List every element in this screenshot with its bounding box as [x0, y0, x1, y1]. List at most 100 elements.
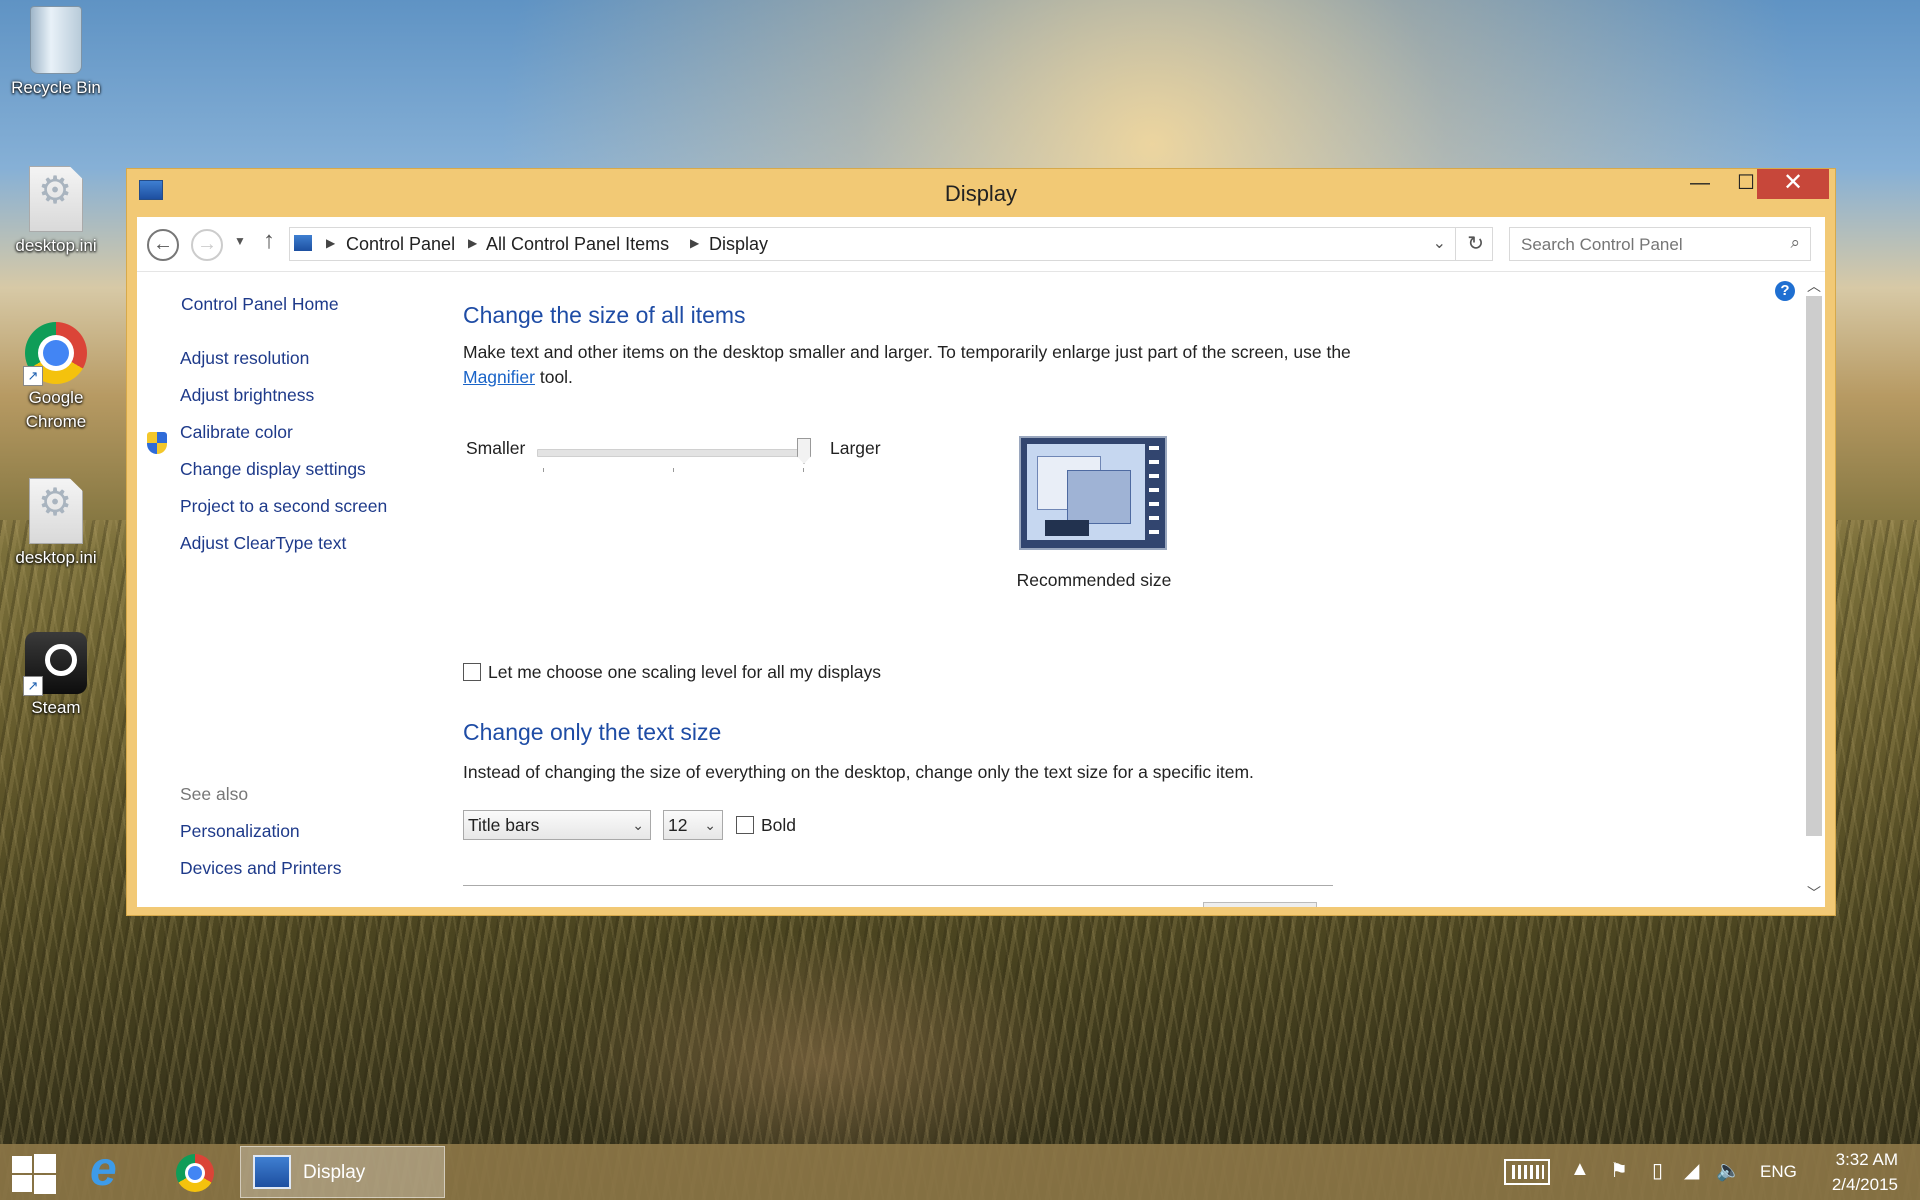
bold-checkbox[interactable]: [736, 816, 754, 834]
preview-sidebar: [1149, 446, 1159, 542]
wallpaper-path: [560, 930, 1080, 1150]
sidebar-home-link[interactable]: Control Panel Home: [181, 294, 339, 315]
desktop-icon-desktop-ini[interactable]: desktop.ini: [6, 166, 106, 258]
settings-file-icon: [29, 478, 83, 544]
vertical-scrollbar[interactable]: ︿ ﹀: [1803, 272, 1825, 907]
recommended-size-label: Recommended size: [1016, 570, 1172, 590]
scroll-down-icon[interactable]: ﹀: [1803, 883, 1825, 903]
content-pane: Control Panel Home Adjust resolution Adj…: [137, 271, 1825, 907]
recycle-bin-icon: [30, 6, 82, 74]
breadcrumb-all-items[interactable]: All Control Panel Items: [486, 234, 669, 255]
search-box[interactable]: ⌕: [1509, 227, 1811, 261]
desktop-icon-steam[interactable]: ↗ Steam: [6, 632, 106, 720]
heading-change-size: Change the size of all items: [463, 302, 746, 328]
shortcut-arrow-icon: ↗: [23, 366, 43, 386]
recent-locations-chevron-icon[interactable]: ▼: [234, 234, 246, 248]
search-icon[interactable]: ⌕: [1790, 233, 1800, 253]
desktop-icon-label: desktop.ini: [15, 236, 97, 255]
sidebar-item-devices-printers[interactable]: Devices and Printers: [180, 858, 341, 879]
see-also-label: See also: [180, 784, 249, 804]
taskbar: Display ▲ ⚑ ▯ ◢ 🔈 ENG 3:32 AM 2/4/2015: [0, 1142, 1920, 1200]
shield-icon: [147, 432, 167, 454]
scaling-level-label[interactable]: Let me choose one scaling level for all …: [488, 662, 881, 683]
font-size-value: 12: [668, 815, 688, 835]
help-icon[interactable]: ?: [1775, 281, 1795, 301]
desktop-icon-label: desktop.ini: [15, 548, 97, 567]
clock-time: 3:32 AM: [1835, 1150, 1898, 1169]
desktop-icon-label: Steam: [31, 698, 81, 717]
shortcut-arrow-icon: ↗: [23, 676, 43, 696]
display-window: Display — ☐ ✕ ← → ▼ ↑ ▶ Control Panel ▶ …: [126, 168, 1836, 916]
scaling-slider-thumb[interactable]: [797, 438, 811, 464]
touch-keyboard-icon[interactable]: [1504, 1159, 1550, 1185]
slider-tick: [803, 468, 804, 472]
slider-tick: [673, 468, 674, 472]
heading-change-text-size: Change only the text size: [463, 719, 722, 745]
change-text-description: Instead of changing the size of everythi…: [463, 762, 1254, 782]
title-bar[interactable]: Display — ☐ ✕: [127, 169, 1835, 217]
font-size-select[interactable]: 12 ⌄: [663, 810, 723, 840]
bold-label[interactable]: Bold: [761, 815, 796, 836]
show-hidden-icons-chevron-icon[interactable]: ▲: [1570, 1158, 1590, 1181]
window-title: Display: [944, 181, 1018, 206]
chrome-icon: ↗: [23, 322, 87, 386]
desktop-icon-recycle-bin[interactable]: Recycle Bin: [6, 6, 106, 100]
scrollbar-thumb[interactable]: [1806, 296, 1822, 836]
apply-button[interactable]: [1203, 902, 1317, 907]
display-app-icon: [253, 1155, 291, 1189]
settings-file-icon: [29, 166, 83, 232]
sidebar-item-change-display-settings[interactable]: Change display settings: [180, 459, 366, 480]
preview-taskbar: [1045, 520, 1089, 536]
section-divider: [463, 885, 1333, 886]
magnifier-link[interactable]: Magnifier: [463, 367, 535, 387]
forward-button[interactable]: →: [191, 229, 223, 261]
desktop-icon-label: Recycle Bin: [11, 78, 101, 97]
scaling-slider-track[interactable]: [537, 449, 811, 457]
description-text: Make text and other items on the desktop…: [463, 342, 1351, 362]
input-language-indicator[interactable]: ENG: [1760, 1162, 1797, 1182]
action-center-flag-icon[interactable]: ⚑: [1610, 1158, 1628, 1183]
minimize-button[interactable]: —: [1677, 169, 1723, 199]
address-bar[interactable]: ▶ Control Panel ▶ All Control Panel Item…: [289, 227, 1493, 261]
preview-window: [1067, 470, 1131, 524]
system-clock[interactable]: 3:32 AM 2/4/2015: [1832, 1147, 1898, 1197]
desktop-icon-desktop-ini-2[interactable]: desktop.ini: [6, 478, 106, 570]
internet-explorer-icon[interactable]: [80, 1142, 138, 1198]
desktop-icon-label: Google Chrome: [25, 388, 87, 431]
scroll-up-icon[interactable]: ︿: [1803, 276, 1825, 296]
desktop-icon-google-chrome[interactable]: ↗ Google Chrome: [6, 322, 106, 434]
battery-icon[interactable]: ▯: [1652, 1158, 1663, 1183]
slider-larger-label: Larger: [830, 438, 881, 458]
scaling-level-checkbox[interactable]: [463, 663, 481, 681]
chevron-down-icon: ⌄: [632, 817, 644, 833]
windows-start-icon[interactable]: [10, 1154, 56, 1194]
sidebar-item-adjust-cleartype[interactable]: Adjust ClearType text: [180, 533, 346, 554]
breadcrumb-separator-icon[interactable]: ▶: [326, 236, 335, 250]
description-text-end: tool.: [534, 367, 573, 387]
sidebar-item-adjust-brightness[interactable]: Adjust brightness: [180, 385, 314, 406]
breadcrumb-control-panel[interactable]: Control Panel: [346, 234, 455, 255]
chrome-taskbar-icon[interactable]: [168, 1148, 226, 1198]
sidebar-item-project-second-screen[interactable]: Project to a second screen: [180, 496, 387, 517]
close-button[interactable]: ✕: [1757, 169, 1829, 199]
text-item-select[interactable]: Title bars ⌄: [463, 810, 651, 840]
refresh-icon[interactable]: ↻: [1467, 231, 1484, 256]
search-input[interactable]: [1519, 229, 1763, 261]
address-dropdown-icon[interactable]: ⌄: [1433, 233, 1446, 253]
text-item-value: Title bars: [468, 815, 540, 835]
sidebar-item-personalization[interactable]: Personalization: [180, 821, 300, 842]
up-arrow-icon[interactable]: ↑: [263, 227, 275, 255]
sidebar-item-adjust-resolution[interactable]: Adjust resolution: [180, 348, 309, 369]
address-divider: [1455, 228, 1456, 260]
breadcrumb-separator-icon[interactable]: ▶: [468, 236, 477, 250]
back-button[interactable]: ←: [147, 229, 179, 261]
clock-date: 2/4/2015: [1831, 1175, 1898, 1194]
taskbar-display-button[interactable]: Display: [240, 1146, 445, 1198]
sidebar-item-calibrate-color[interactable]: Calibrate color: [180, 422, 293, 443]
change-size-description: Make text and other items on the desktop…: [463, 340, 1353, 390]
network-signal-icon[interactable]: ◢: [1684, 1158, 1699, 1183]
breadcrumb-display[interactable]: Display: [709, 234, 768, 255]
volume-icon[interactable]: 🔈: [1716, 1158, 1741, 1183]
slider-tick: [543, 468, 544, 472]
breadcrumb-separator-icon[interactable]: ▶: [690, 236, 699, 250]
